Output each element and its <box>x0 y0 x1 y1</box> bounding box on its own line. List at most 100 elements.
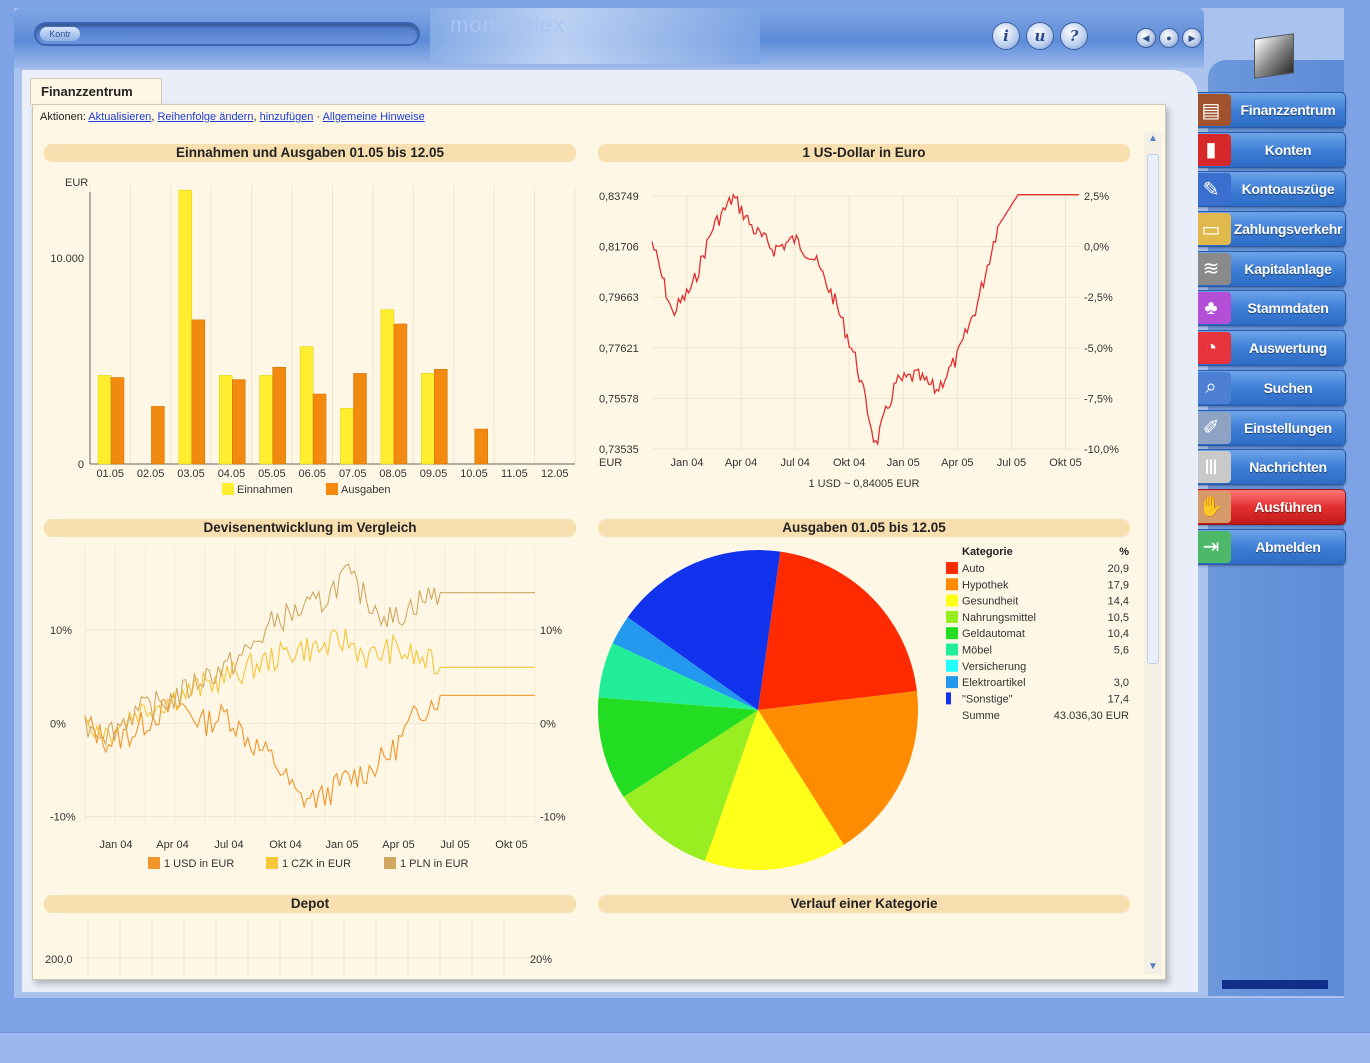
forward-icon[interactable]: ▶ <box>1182 28 1202 48</box>
sidebar-item-payments[interactable]: ▭ Zahlungsverkehr <box>1188 211 1346 248</box>
legend-swatch <box>946 562 958 574</box>
sidebar-item-settings[interactable]: ✐ Einstellungen <box>1188 409 1346 446</box>
y-tick-label: 200,0 <box>45 954 73 966</box>
sidebar-item-label: Abmelden <box>1255 538 1321 555</box>
scroll-up-icon[interactable]: ▲ <box>1148 134 1158 144</box>
sidebar-item-label: Konten <box>1264 141 1312 158</box>
y-tick-label: 0,81706 <box>599 242 639 254</box>
legend-value: 17,4 <box>1108 693 1129 705</box>
sidebar-item-master-data[interactable]: ♣ Stammdaten <box>1188 290 1346 327</box>
y-axis-unit: EUR <box>599 457 622 469</box>
x-tick-label: Apr 05 <box>382 839 414 851</box>
sidebar-item-label: Finanzzentrum <box>1240 102 1336 118</box>
y-tick-label: -10% <box>50 812 76 824</box>
currency-comparison-line-chart: 10% 10% 0% 0% -10% -10% Jan 04 Apr 04 Jul 04 Okt … <box>50 546 566 870</box>
tab-finanzzentrum[interactable]: Finanzzentrum <box>30 78 162 106</box>
legend-header-category: Kategorie <box>962 546 1013 558</box>
y2-tick-label: 0% <box>540 718 556 730</box>
sidebar-nav: ▤ Finanzzentrum ▮ Konten ✎ Kontoauszüge ▭ Zahlu… <box>1188 92 1346 568</box>
help-icons: i u ? <box>992 22 1088 50</box>
x-tick-label: Apr 04 <box>156 839 188 851</box>
bar-ausgaben <box>353 373 367 465</box>
y-tick-label: 0,75578 <box>599 393 639 405</box>
sidebar-item-label: Nachrichten <box>1249 459 1327 476</box>
x-tick-label: Apr 04 <box>725 457 757 469</box>
x-tick-label: Jan 05 <box>887 457 920 469</box>
x-tick-label: Jul 04 <box>214 839 243 851</box>
legend-value: 14,4 <box>1108 596 1129 608</box>
legend-label: Elektroartikel <box>962 677 1026 689</box>
actions-label: Aktionen: <box>40 111 86 123</box>
bar-ausgaben <box>434 369 448 465</box>
bar-einnahmen <box>219 375 233 465</box>
series-line <box>84 563 536 747</box>
legend-value: 5,6 <box>1114 645 1129 657</box>
info-icon[interactable]: i <box>992 22 1020 50</box>
x-tick-label: Jan 05 <box>325 839 358 851</box>
x-tick-label: 08.05 <box>379 468 407 480</box>
sidebar-item-finance-center[interactable]: ▤ Finanzzentrum <box>1188 92 1346 128</box>
expenses-pie-chart: Kategorie % Auto 20,9 Hypothek 17,9 Gesundheit… <box>597 546 1129 871</box>
search-button[interactable]: Kontr <box>40 27 80 41</box>
user-help-icon[interactable]: u <box>1026 22 1054 50</box>
y2-tick-label: 10% <box>540 625 562 637</box>
income-expenses-bar-chart: EUR 0 10.000 01.05 02.05 03.05 04.05 05.05 06.05… <box>50 177 576 496</box>
series-line <box>84 628 536 744</box>
legend-czk-label: 1 CZK in EUR <box>282 858 351 870</box>
legend-label: Hypothek <box>962 579 1009 591</box>
action-hints-link[interactable]: Allgemeine Hinweise <box>323 111 425 123</box>
y2-tick-label: 2,5% <box>1084 191 1109 203</box>
chart-footer: 1 USD ~ 0,84005 EUR <box>809 478 920 490</box>
sidebar-item-statements[interactable]: ✎ Kontoauszüge <box>1188 171 1346 208</box>
navigation-icons: ◀ ● ▶ <box>1136 28 1202 48</box>
sidebar-item-search[interactable]: ⌕ Suchen <box>1188 369 1346 406</box>
bar-ausgaben <box>151 406 165 465</box>
action-add-link[interactable]: hinzufügen <box>260 111 314 123</box>
y-tick-label: 10.000 <box>50 253 84 265</box>
bar-ausgaben <box>110 377 125 465</box>
legend-label: Gesundheit <box>962 596 1018 608</box>
x-tick-label: 06.05 <box>299 468 327 480</box>
x-tick-label: Okt 05 <box>1049 457 1081 469</box>
x-tick-label: 07.05 <box>339 468 367 480</box>
question-icon[interactable]: ? <box>1060 22 1088 50</box>
sidebar-item-label: Stammdaten <box>1247 300 1329 317</box>
x-tick-label: 10.05 <box>460 468 488 480</box>
legend-swatch <box>326 483 338 495</box>
action-refresh-link[interactable]: Aktualisieren <box>88 111 151 123</box>
legend-label: Möbel <box>962 645 992 657</box>
sidebar-item-execute[interactable]: ✋ Ausführen <box>1188 488 1346 525</box>
x-tick-label: Apr 05 <box>941 457 973 469</box>
panel-title-usd-eur: 1 US-Dollar in Euro <box>598 144 1130 162</box>
y-tick-label: 0,83749 <box>599 191 639 203</box>
y-tick-label: 10% <box>50 625 72 637</box>
back-icon[interactable]: ◀ <box>1136 28 1156 48</box>
sidebar-item-label: Auswertung <box>1249 340 1327 357</box>
legend-czk-swatch <box>266 857 278 869</box>
sidebar-item-logout[interactable]: ⇥ Abmelden <box>1188 528 1346 565</box>
bar-ausgaben <box>191 319 206 465</box>
progress-bar <box>1222 980 1328 989</box>
legend-swatch <box>946 627 958 640</box>
sidebar-item-investment[interactable]: ≋ Kapitalanlage <box>1188 250 1346 287</box>
bar-einnahmen <box>299 346 314 465</box>
y2-tick-label: -5,0% <box>1084 343 1113 355</box>
legend-usd-swatch <box>148 857 160 869</box>
pie-slice <box>758 551 917 710</box>
legend-usd-label: 1 USD in EUR <box>164 858 234 870</box>
search-bar[interactable]: Kontr <box>34 22 420 46</box>
vertical-scrollbar[interactable]: ▲ ▼ <box>1144 132 1162 974</box>
sidebar-item-accounts[interactable]: ▮ Konten <box>1188 131 1346 168</box>
sidebar-item-analysis[interactable]: ◔ Auswertung <box>1188 330 1346 367</box>
brand-logo: moneyplex <box>450 12 566 37</box>
x-tick-label: 05.05 <box>258 468 286 480</box>
panel-title-depot: Depot <box>44 895 576 913</box>
sidebar-item-messages[interactable]: Ⅲ Nachrichten <box>1188 449 1346 486</box>
scroll-down-icon[interactable]: ▼ <box>1148 962 1158 972</box>
x-tick-label: Jan 04 <box>99 839 132 851</box>
scroll-thumb[interactable] <box>1147 154 1159 664</box>
panel-title-expenses-pie: Ausgaben 01.05 bis 12.05 <box>598 519 1130 537</box>
action-reorder-link[interactable]: Reihenfolge ändern <box>157 111 253 123</box>
y2-tick-label: -10,0% <box>1084 444 1119 456</box>
home-icon[interactable]: ● <box>1159 28 1179 48</box>
